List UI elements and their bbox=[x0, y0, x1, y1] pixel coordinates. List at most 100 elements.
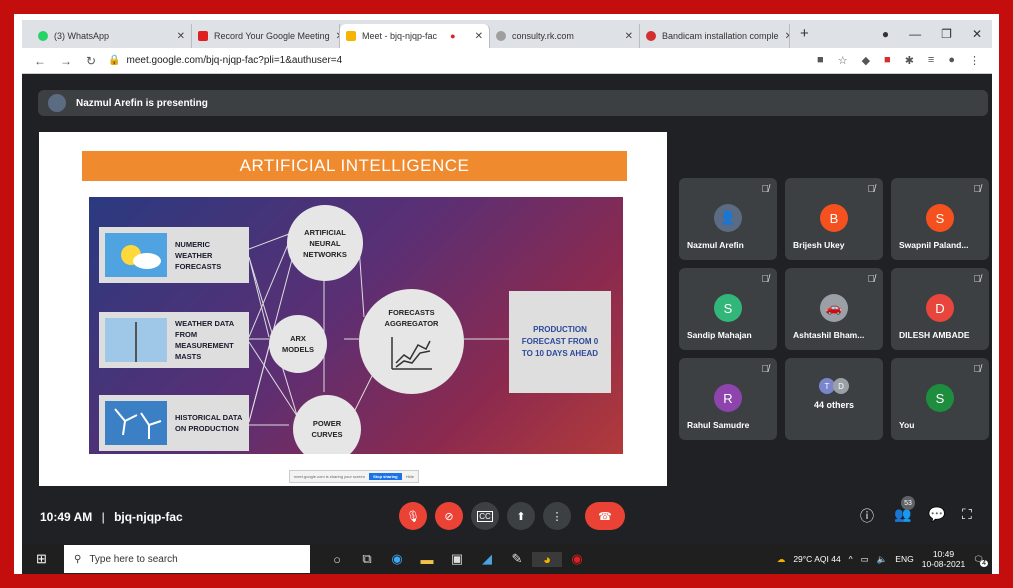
network-icon[interactable]: ▭ bbox=[861, 554, 869, 565]
tab-consulty[interactable]: consulty.rk.com ✕ bbox=[490, 24, 640, 48]
youtube-icon bbox=[198, 31, 208, 41]
windows-start-icon[interactable]: ⊞ bbox=[36, 551, 47, 567]
close-icon[interactable]: ✕ bbox=[469, 31, 483, 42]
mic-toggle-button[interactable]: 🎙 bbox=[399, 502, 427, 530]
mic-off-icon: 🎙̸ bbox=[973, 364, 982, 375]
slide-title: ARTIFICIAL INTELLIGENCE bbox=[82, 151, 627, 181]
bandicam-taskbar-icon[interactable]: ◉ bbox=[562, 551, 592, 567]
hang-up-icon: ☎ bbox=[598, 510, 612, 523]
close-window-icon[interactable]: ✕ bbox=[972, 27, 982, 41]
profile-icon[interactable]: ● bbox=[882, 27, 889, 41]
camera-off-icon: ⊘ bbox=[444, 510, 454, 523]
system-tray: ☁ 29°C AQI 44 ^ ▭ 🔈 ENG 10:49 10-08-2021… bbox=[777, 549, 992, 569]
avatar: R bbox=[714, 384, 742, 412]
mic-off-icon: 🎙̸ bbox=[867, 274, 876, 285]
cortana-icon[interactable]: ○ bbox=[322, 552, 352, 567]
new-tab-button[interactable]: + bbox=[790, 20, 819, 48]
mast-icon bbox=[105, 318, 167, 362]
participant-tile[interactable]: 🎙̸ S Swapnil Paland... bbox=[891, 178, 989, 260]
participant-tile[interactable]: 🎙̸ D DILESH AMBADE bbox=[891, 268, 989, 350]
menu-icon[interactable]: ⋮ bbox=[969, 54, 980, 67]
info-icon[interactable]: ⓘ bbox=[860, 506, 874, 526]
taskbar-search[interactable]: ⚲ Type here to search bbox=[64, 545, 310, 573]
reading-list-icon[interactable]: ≡ bbox=[928, 54, 934, 67]
input-measurement-masts: WEATHER DATA FROM MEASUREMENT MASTS bbox=[99, 312, 249, 368]
edge-icon[interactable]: ◉ bbox=[382, 551, 412, 567]
self-tile[interactable]: 🎙̸ S You bbox=[891, 358, 989, 440]
participant-tile[interactable]: 🎙̸ B Brijesh Ukey bbox=[785, 178, 883, 260]
puzzle-icon[interactable]: ✱ bbox=[905, 54, 914, 67]
notification-icon[interactable]: 🗨 4 bbox=[973, 554, 988, 567]
extension-icon[interactable]: ◆ bbox=[862, 54, 870, 67]
chat-icon[interactable]: 💬 bbox=[928, 506, 945, 523]
others-count: 44 others bbox=[813, 400, 855, 410]
stop-sharing-button[interactable]: Stop sharing bbox=[369, 473, 402, 480]
meet-icon bbox=[346, 31, 356, 41]
close-icon[interactable]: ✕ bbox=[330, 31, 339, 42]
forward-icon[interactable]: → bbox=[60, 54, 72, 68]
language-indicator[interactable]: ENG bbox=[895, 554, 913, 564]
whatsapp-icon bbox=[38, 31, 48, 41]
hide-button[interactable]: Hide bbox=[406, 474, 414, 479]
back-icon[interactable]: ← bbox=[34, 54, 46, 68]
participant-name: Sandip Mahajan bbox=[687, 330, 752, 340]
clock[interactable]: 10:49 10-08-2021 bbox=[922, 549, 965, 569]
weather-text[interactable]: 29°C AQI 44 bbox=[793, 554, 840, 564]
node-arx-models: ARX MODELS bbox=[269, 315, 327, 373]
paint-icon[interactable]: ✎ bbox=[502, 551, 532, 567]
tab-whatsapp[interactable]: (3) WhatsApp ✕ bbox=[32, 24, 192, 48]
camera-icon[interactable]: ■ bbox=[817, 54, 824, 67]
store-icon[interactable]: ▣ bbox=[442, 551, 472, 567]
present-button[interactable]: ⬆ bbox=[507, 502, 535, 530]
url-field[interactable]: 🔒 meet.google.com/bjq-njqp-fac?pli=1&aut… bbox=[108, 55, 817, 66]
avatar: D bbox=[926, 294, 954, 322]
star-icon[interactable]: ☆ bbox=[838, 54, 848, 67]
avatar-icon[interactable]: ● bbox=[948, 54, 955, 67]
close-icon[interactable]: ✕ bbox=[779, 31, 789, 42]
avatar: B bbox=[820, 204, 848, 232]
tab-meet[interactable]: Meet - bjq-njqp-fac ● ✕ bbox=[340, 24, 490, 48]
meeting-details: 10:49 AM | bjq-njqp-fac bbox=[40, 510, 183, 524]
activities-icon[interactable]: ⛶ bbox=[962, 506, 972, 523]
task-view-icon[interactable]: ⧉ bbox=[352, 551, 382, 567]
tab-record-meeting[interactable]: Record Your Google Meeting ✕ bbox=[192, 24, 340, 48]
mic-off-icon: 🎙̸ bbox=[867, 184, 876, 195]
participant-tile[interactable]: 🎙̸ 👤 Nazmul Arefin bbox=[679, 178, 777, 260]
notes-icon[interactable]: ◢ bbox=[472, 551, 502, 567]
avatar: S bbox=[926, 204, 954, 232]
wind-turbine-icon bbox=[105, 401, 167, 445]
clock-date: 10-08-2021 bbox=[921, 559, 966, 569]
leave-call-button[interactable]: ☎ bbox=[585, 502, 625, 530]
meeting-time: 10:49 AM bbox=[40, 510, 93, 524]
more-options-button[interactable]: ⋮ bbox=[543, 502, 571, 530]
file-explorer-icon[interactable]: ▬ bbox=[412, 552, 442, 567]
minimize-icon[interactable]: — bbox=[909, 27, 921, 41]
camera-toggle-button[interactable]: ⊘ bbox=[435, 502, 463, 530]
participant-name: DILESH AMBADE bbox=[899, 330, 970, 340]
participant-tile[interactable]: 🎙̸ S Sandip Mahajan bbox=[679, 268, 777, 350]
pdf-extension-icon[interactable]: ■ bbox=[884, 54, 891, 67]
reload-icon[interactable]: ↻ bbox=[86, 54, 96, 68]
participant-name: Rahul Samudre bbox=[687, 420, 750, 430]
avatar: 🚗 bbox=[820, 294, 848, 322]
volume-icon[interactable]: 🔈 bbox=[877, 554, 888, 565]
chevron-up-icon[interactable]: ^ bbox=[849, 554, 853, 564]
node-neural-networks: ARTIFICIAL NEURAL NETWORKS bbox=[287, 205, 363, 281]
node-forecasts-aggregator: FORECASTS AGGREGATOR bbox=[359, 289, 464, 394]
others-tile[interactable]: T D 44 others bbox=[785, 358, 883, 440]
chart-icon bbox=[390, 337, 432, 370]
node-power-curves: POWER CURVES bbox=[293, 395, 361, 454]
participant-tile[interactable]: 🎙̸ 🚗 Ashtashil Bham... bbox=[785, 268, 883, 350]
restore-icon[interactable]: ❐ bbox=[941, 27, 952, 41]
input-label: NUMERIC WEATHER FORECASTS bbox=[175, 239, 222, 271]
captions-button[interactable]: CC bbox=[471, 502, 499, 530]
node-label: ARX MODELS bbox=[281, 334, 315, 354]
close-icon[interactable]: ✕ bbox=[619, 31, 633, 42]
close-icon[interactable]: ✕ bbox=[171, 31, 185, 42]
tab-bandicam[interactable]: Bandicam installation comple ✕ bbox=[640, 24, 790, 48]
mic-off-icon: 🎙̸ bbox=[761, 184, 770, 195]
chrome-icon[interactable]: ◕ bbox=[532, 551, 562, 567]
output-label: PRODUCTION FORECAST FROM 0 TO 10 DAYS AH… bbox=[521, 325, 599, 358]
participant-tile[interactable]: 🎙̸ R Rahul Samudre bbox=[679, 358, 777, 440]
lock-icon: 🔒 bbox=[108, 55, 121, 66]
